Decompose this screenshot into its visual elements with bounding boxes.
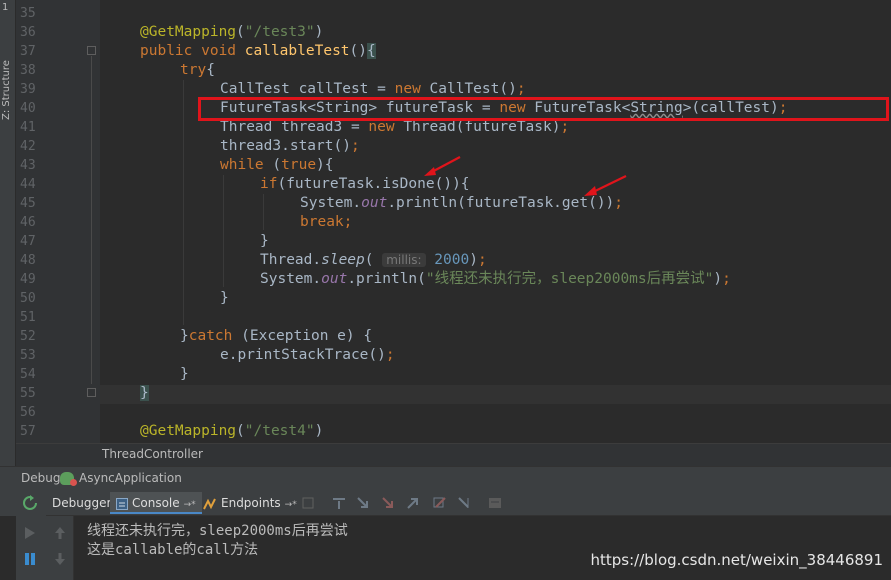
line-number[interactable]: 42 xyxy=(20,137,54,156)
line-number[interactable]: 35 xyxy=(20,4,54,23)
up-arrow-icon[interactable] xyxy=(54,526,66,540)
project-tool-number: 1 xyxy=(2,2,9,13)
structure-tool-tab[interactable]: Z: Structure xyxy=(1,40,15,120)
line-number[interactable]: 36 xyxy=(20,23,54,42)
string-literal-2: "/test4" xyxy=(244,423,315,439)
annotation-arrow-icon xyxy=(424,156,461,176)
debug-tabs-row: Debugger Console →* Endpoints →* xyxy=(0,490,891,516)
code-line-38: try{ xyxy=(180,62,215,78)
line-number[interactable]: 45 xyxy=(20,194,54,213)
line-number[interactable]: 48 xyxy=(20,251,54,270)
fold-guide xyxy=(91,56,92,384)
line-number[interactable]: 56 xyxy=(20,403,54,422)
line-number[interactable]: 50 xyxy=(20,289,54,308)
code-line-57: @GetMapping("/test4") xyxy=(140,423,324,439)
message-string: "线程还未执行完，sleep2000ms后再尝试" xyxy=(425,271,714,287)
code-line-53: e.printStackTrace(); xyxy=(220,347,395,363)
console-toolbar xyxy=(46,516,74,580)
spring-boot-icon xyxy=(60,472,77,486)
line-number[interactable]: 51 xyxy=(20,308,54,327)
fold-toggle-icon[interactable] xyxy=(87,46,96,55)
console-icon xyxy=(116,497,128,510)
rerun-icon[interactable] xyxy=(22,495,38,511)
endpoints-icon xyxy=(203,498,216,509)
code-line-42: thread3.start(); xyxy=(220,138,360,154)
editor-gutter: 35 36 37 38 39 40 41 42 43 44 45 46 47 48 49 50 51 52 53 54… xyxy=(16,0,100,443)
pin-arrow-icon: →* xyxy=(183,500,196,510)
step-out-icon[interactable] xyxy=(405,495,421,511)
line-number[interactable]: 41 xyxy=(20,118,54,137)
tab-console-label: Console xyxy=(132,496,180,510)
indent-guide xyxy=(223,175,224,287)
sleep-number: 2000 xyxy=(434,252,470,268)
pin-arrow-icon: →* xyxy=(284,500,297,510)
debug-session-tab[interactable]: AsyncApplication xyxy=(79,471,182,485)
line-number[interactable]: 38 xyxy=(20,61,54,80)
code-line-50: } xyxy=(220,290,229,306)
step-over-icon[interactable] xyxy=(331,495,347,511)
line-number[interactable]: 53 xyxy=(20,346,54,365)
code-line-36: @GetMapping("/test3") xyxy=(140,24,324,40)
code-line-55: } xyxy=(140,385,149,401)
annotation-highlight-box xyxy=(198,97,889,121)
tab-endpoints-label: Endpoints xyxy=(221,496,281,510)
code-line-45: System.out.println(futureTask.get()); xyxy=(300,195,624,211)
string-literal: "/test3" xyxy=(244,24,315,40)
line-number[interactable]: 43 xyxy=(20,156,54,175)
current-line-highlight xyxy=(100,385,891,404)
console-line: 这是callable的call方法 xyxy=(87,542,259,558)
line-number[interactable]: 57 xyxy=(20,422,54,441)
indent-guide xyxy=(263,194,264,230)
code-line-47: } xyxy=(260,233,269,249)
debug-actions-toolbar xyxy=(16,516,46,580)
line-number[interactable]: 39 xyxy=(20,80,54,99)
breadcrumb-class[interactable]: ThreadController xyxy=(102,447,203,461)
line-number[interactable]: 46 xyxy=(20,213,54,232)
line-number[interactable]: 44 xyxy=(20,175,54,194)
left-tool-strip: 1 Z: Structure xyxy=(0,0,16,466)
tab-debugger-label: Debugger xyxy=(52,496,112,510)
drop-frame-icon[interactable] xyxy=(431,495,447,511)
code-line-46: break; xyxy=(300,214,353,230)
breadcrumb: ThreadController xyxy=(16,443,891,466)
line-number[interactable]: 52 xyxy=(20,327,54,346)
code-line-37: public void callableTest(){ xyxy=(140,43,376,59)
force-step-into-icon[interactable] xyxy=(380,495,396,511)
line-number[interactable]: 40 xyxy=(20,99,54,118)
project-tool-button[interactable]: 1 xyxy=(2,2,14,16)
debug-tool-window-header: Debug AsyncApplication xyxy=(0,466,891,490)
line-number[interactable]: 37 xyxy=(20,42,54,61)
indent-guide xyxy=(183,80,184,325)
code-line-48: Thread.sleep( millis: 2000); xyxy=(260,252,487,268)
code-line-54: } xyxy=(180,366,189,382)
down-arrow-icon[interactable] xyxy=(54,552,66,566)
code-line-43: while (true){ xyxy=(220,157,334,173)
line-number[interactable]: 49 xyxy=(20,270,54,289)
watermark: https://blog.csdn.net/weixin_38446891 xyxy=(590,551,883,569)
debug-label: Debug xyxy=(21,471,61,485)
code-line-52: }catch (Exception e) { xyxy=(180,328,373,344)
tab-debugger[interactable]: Debugger xyxy=(46,492,117,514)
line-number[interactable]: 47 xyxy=(20,232,54,251)
code-editor[interactable]: @GetMapping("/test3") public void callab… xyxy=(100,0,891,443)
tab-endpoints[interactable]: Endpoints →* xyxy=(197,492,303,514)
console-output[interactable]: 线程还未执行完，sleep2000ms后再尝试 这是callable的call方… xyxy=(75,516,891,580)
structure-tab-label: Z: Structure xyxy=(1,60,12,120)
evaluate-expression-icon[interactable] xyxy=(487,495,503,511)
step-into-icon[interactable] xyxy=(355,495,371,511)
line-number[interactable]: 54 xyxy=(20,365,54,384)
code-line-49: System.out.println("线程还未执行完，sleep2000ms后… xyxy=(260,271,731,287)
show-execution-point-icon[interactable] xyxy=(300,495,316,511)
annotation-arrow-icon xyxy=(584,175,627,196)
parameter-hint: millis: xyxy=(382,253,426,267)
resume-icon[interactable] xyxy=(23,526,37,540)
console-line: 线程还未执行完，sleep2000ms后再尝试 xyxy=(87,523,348,539)
line-number[interactable]: 55 xyxy=(20,384,54,403)
fold-toggle-icon[interactable] xyxy=(87,388,96,397)
run-to-cursor-icon[interactable] xyxy=(456,495,472,511)
tab-console[interactable]: Console →* xyxy=(110,492,202,514)
pause-icon[interactable] xyxy=(23,552,37,566)
